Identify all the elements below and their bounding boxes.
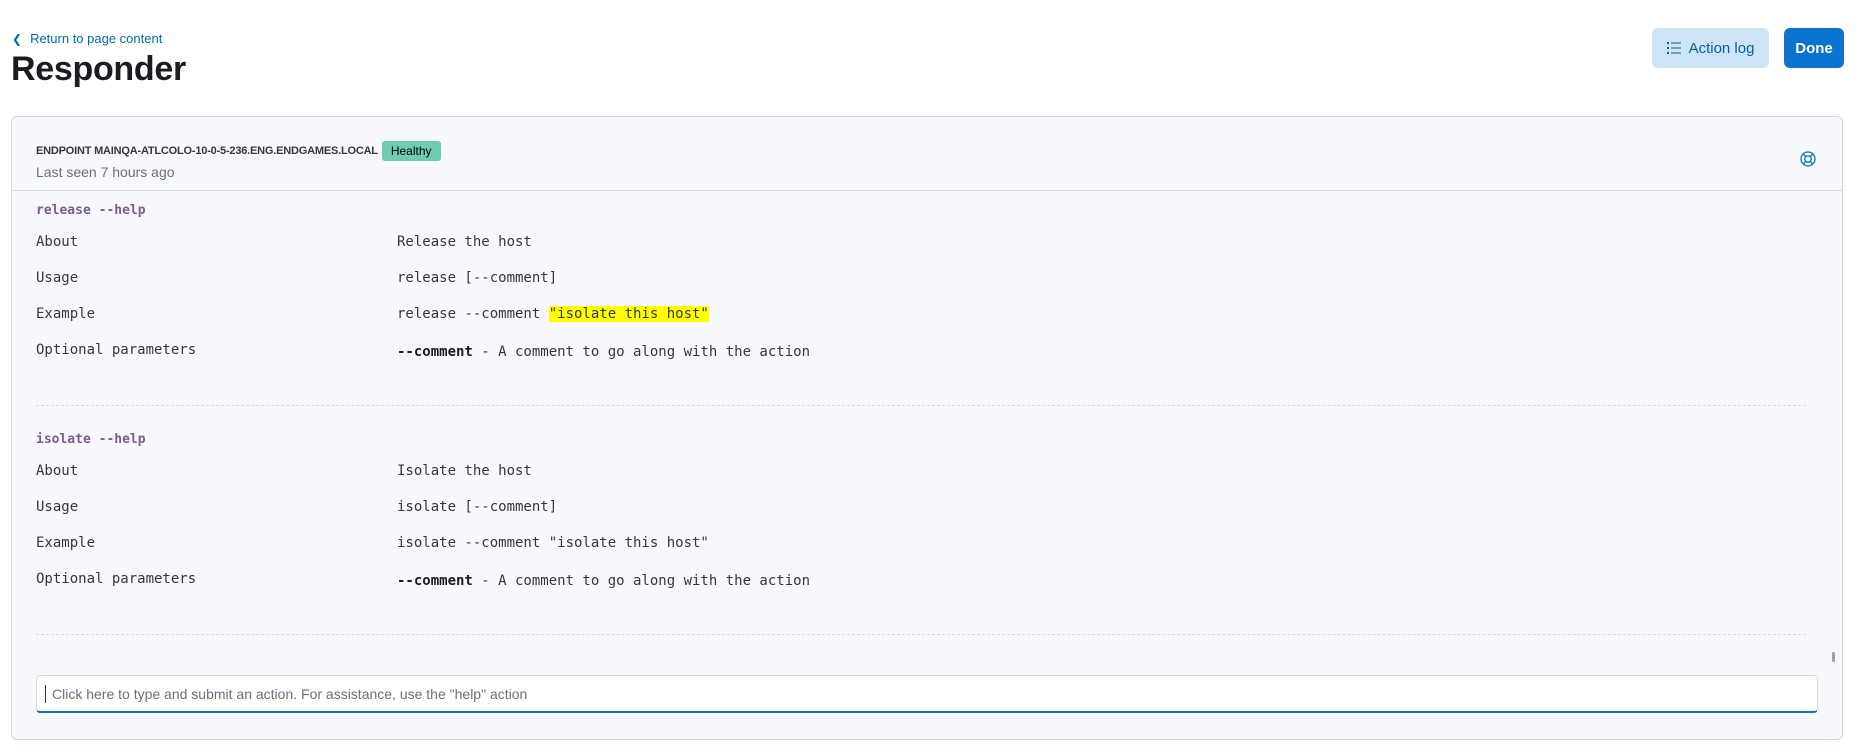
highlighted-example: "isolate this host" (548, 306, 709, 322)
last-seen-text: Last seen 7 hours ago (36, 164, 175, 180)
row-value: release [--comment] (397, 270, 558, 286)
row-label: About (36, 463, 79, 479)
row-label: About (36, 234, 79, 250)
row-label: Optional parameters (36, 571, 197, 587)
command-input-placeholder: Click here to type and submit an action.… (52, 685, 528, 702)
responder-console: ENDPOINT MAINQA-ATLCOLO-10-0-5-236.ENG.E… (11, 116, 1843, 740)
param-name: --comment (397, 344, 473, 360)
row-value: release --comment "isolate this host" (397, 306, 709, 322)
divider (36, 405, 1806, 406)
row-label: Optional parameters (36, 342, 197, 358)
param-desc: - A comment to go along with the action (472, 344, 811, 360)
command-input[interactable]: Click here to type and submit an action.… (36, 675, 1818, 713)
action-log-button[interactable]: Action log (1652, 28, 1769, 68)
text-caret (45, 684, 46, 703)
list-icon (1666, 42, 1681, 54)
endpoint-header: ENDPOINT MAINQA-ATLCOLO-10-0-5-236.ENG.E… (12, 117, 1842, 191)
responder-page: ❮ Return to page content Responder Actio… (0, 0, 1856, 745)
chevron-left-icon: ❮ (12, 31, 23, 46)
page-title: Responder (11, 50, 186, 88)
endpoint-name: ENDPOINT MAINQA-ATLCOLO-10-0-5-236.ENG.E… (36, 145, 378, 157)
param-name: --comment (397, 573, 473, 589)
row-value: --comment - A comment to go along with t… (397, 344, 810, 360)
scrollbar-thumb[interactable] (1832, 652, 1835, 662)
row-label: Usage (36, 499, 79, 515)
row-value: Release the host (397, 234, 532, 250)
row-label: Example (36, 535, 96, 551)
command-line: isolate --help (36, 432, 146, 447)
param-desc: - A comment to go along with the action (472, 573, 811, 589)
row-value: isolate [--comment] (397, 499, 558, 515)
action-log-label: Action log (1688, 39, 1755, 57)
return-to-page-label: Return to page content (30, 31, 163, 46)
example-prefix: release --comment (397, 306, 549, 322)
divider (36, 634, 1806, 635)
done-button[interactable]: Done (1784, 28, 1844, 68)
command-line: release --help (36, 203, 146, 218)
row-label: Example (36, 306, 96, 322)
row-label: Usage (36, 270, 79, 286)
return-to-page-link[interactable]: ❮ Return to page content (12, 31, 162, 46)
row-value: --comment - A comment to go along with t… (397, 573, 810, 589)
row-value: Isolate the host (397, 463, 532, 479)
row-value: isolate --comment "isolate this host" (397, 535, 709, 551)
endpoint-line: ENDPOINT MAINQA-ATLCOLO-10-0-5-236.ENG.E… (36, 141, 441, 161)
help-lifebuoy-icon[interactable] (1800, 151, 1816, 167)
status-badge: Healthy (381, 141, 441, 161)
